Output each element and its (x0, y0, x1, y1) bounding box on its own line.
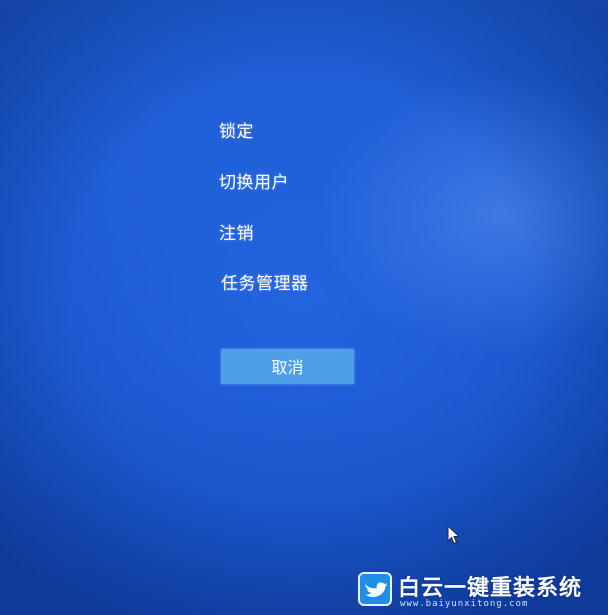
watermark-title: 白云一键重装系统 (398, 576, 583, 601)
task-manager-option[interactable]: 任务管理器 (221, 269, 309, 294)
switch-user-option[interactable]: 切换用户 (219, 168, 289, 193)
cancel-button[interactable]: 取消 (221, 349, 354, 384)
mouse-pointer-icon (447, 525, 461, 545)
watermark-url: www.baiyunxitong.com (400, 599, 529, 609)
lock-option[interactable]: 锁定 (219, 117, 254, 142)
bird-logo-icon (358, 572, 392, 606)
sign-out-option[interactable]: 注销 (219, 219, 254, 244)
security-options-screen (0, 0, 608, 615)
watermark: 白云一键重装系统 www.baiyunxitong.com (358, 570, 598, 612)
